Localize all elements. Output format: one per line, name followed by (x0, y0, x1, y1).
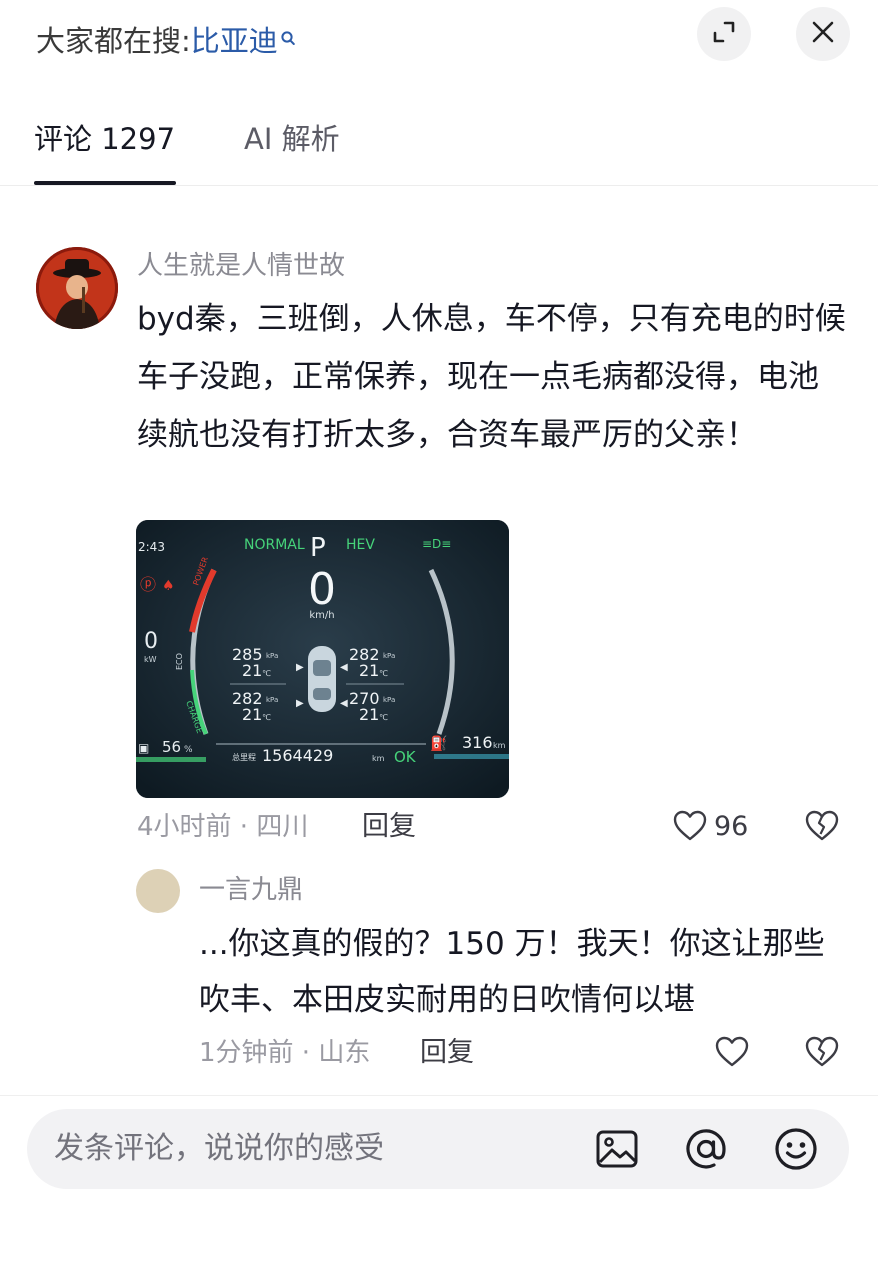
dash-speed: 0 (308, 564, 336, 615)
svg-text:kPa: kPa (383, 652, 395, 660)
close-button[interactable] (796, 7, 850, 61)
emoji-icon (773, 1128, 819, 1176)
dash-range-bar (434, 754, 509, 759)
tab-comments[interactable]: 评论 1297 (34, 118, 175, 160)
dash-fuel-icon: ⛽ (430, 735, 447, 752)
at-icon (683, 1129, 729, 1176)
dash-car-icon (308, 646, 336, 712)
dislike-button[interactable] (804, 808, 840, 848)
dash-battery-value: 56 (162, 738, 181, 756)
like-button[interactable] (672, 808, 708, 848)
dash-odometer-value: 1564429 (262, 746, 333, 765)
svg-text:℃: ℃ (379, 669, 388, 678)
trending-search-keyword[interactable]: 比亚迪 (191, 24, 278, 58)
comment-composer[interactable]: 发条评论，说说你的感受 (27, 1109, 849, 1189)
composer-divider (0, 1095, 878, 1096)
mention-button[interactable] (683, 1126, 729, 1172)
reply-avatar[interactable] (136, 869, 180, 913)
search-icon (280, 20, 296, 62)
trending-search[interactable]: 大家都在搜:比亚迪 (36, 20, 296, 62)
tab-bar: 评论 1297 AI 解析 (0, 110, 878, 186)
dash-gear: P (310, 533, 326, 563)
dash-parking-icon: ⓟ (140, 575, 156, 594)
reply-author[interactable]: 一言九鼎 (199, 871, 303, 909)
comment-author[interactable]: 人生就是人情世故 (137, 247, 345, 285)
dash-eco-label: ECO (175, 653, 184, 670)
dash-time: 2:43 (138, 540, 165, 554)
dash-mode-right: HEV (346, 537, 375, 553)
dash-tire-arrow-fr: ◀ (340, 662, 348, 673)
dash-tire-arrow-rl: ▶ (296, 698, 304, 709)
comment-meta: 4小时前 · 四川 (137, 812, 309, 842)
broken-heart-icon (804, 810, 840, 848)
heart-icon (672, 810, 708, 848)
dash-range-unit: km (493, 741, 506, 750)
emoji-button[interactable] (773, 1126, 819, 1172)
tab-ai-analysis[interactable]: AI 解析 (244, 118, 340, 160)
comment-text: byd秦，三班倒，人休息，车不停，只有充电的时候车子没跑，正常保养，现在一点毛病… (137, 301, 846, 453)
reply-like-button[interactable] (714, 1034, 750, 1074)
comment-input-placeholder[interactable]: 发条评论，说说你的感受 (54, 1128, 384, 1170)
dash-tire-arrow-rr: ◀ (340, 698, 348, 709)
svg-text:21: 21 (359, 661, 379, 680)
reply-reply-button[interactable]: 回复 (420, 1034, 474, 1072)
reply-text: ...你这真的假的？150 万！我天！你这让那些吹丰、本田皮实耐用的日吹情何以堪 (199, 926, 825, 1018)
dash-speed-unit: km/h (309, 610, 334, 621)
dash-tire-arrow-fl: ▶ (296, 662, 304, 673)
close-icon (810, 19, 836, 49)
dash-mode-left: NORMAL (244, 537, 305, 553)
comment-reply-button[interactable]: 回复 (362, 808, 416, 846)
dash-battery-unit: % (184, 745, 193, 755)
avatar[interactable] (36, 247, 118, 329)
svg-text:kPa: kPa (383, 696, 395, 704)
top-bar: 大家都在搜:比亚迪 (0, 0, 878, 84)
svg-text:℃: ℃ (262, 669, 271, 678)
trending-search-prefix: 大家都在搜: (36, 24, 191, 58)
svg-text:kPa: kPa (266, 652, 278, 660)
dash-battery-icon: ▣ (138, 741, 149, 755)
dash-power-value: 0 (144, 629, 158, 654)
like-count: 96 (714, 811, 749, 842)
dash-power-unit: kW (144, 655, 157, 664)
svg-text:℃: ℃ (262, 713, 271, 722)
heart-icon (714, 1036, 750, 1074)
dash-light-icon: ≡D≡ (422, 537, 451, 551)
svg-text:℃: ℃ (379, 713, 388, 722)
dash-battery-bar (136, 757, 206, 762)
svg-text:kPa: kPa (266, 696, 278, 704)
dash-range-value: 316 (462, 733, 493, 752)
comment-image-dashboard[interactable]: 2:43 NORMAL P HEV ≡D≡ 0 km/h ⓟ ♠ POWER 0… (136, 520, 509, 798)
reply-dislike-button[interactable] (804, 1034, 840, 1074)
dash-seatbelt-icon: ♠ (162, 578, 175, 594)
svg-text:21: 21 (242, 661, 262, 680)
image-icon (594, 1130, 640, 1176)
dash-status: OK (394, 748, 417, 766)
svg-text:21: 21 (359, 705, 379, 724)
svg-text:21: 21 (242, 705, 262, 724)
dash-odometer-label: 总里程 (232, 752, 256, 762)
dash-odometer-unit: km (372, 754, 385, 763)
active-tab-indicator (34, 181, 176, 185)
broken-heart-icon (804, 1036, 840, 1074)
expand-icon (711, 19, 737, 49)
reply-meta: 1分钟前 · 山东 (199, 1038, 371, 1068)
expand-button[interactable] (697, 7, 751, 61)
image-button[interactable] (594, 1126, 640, 1172)
